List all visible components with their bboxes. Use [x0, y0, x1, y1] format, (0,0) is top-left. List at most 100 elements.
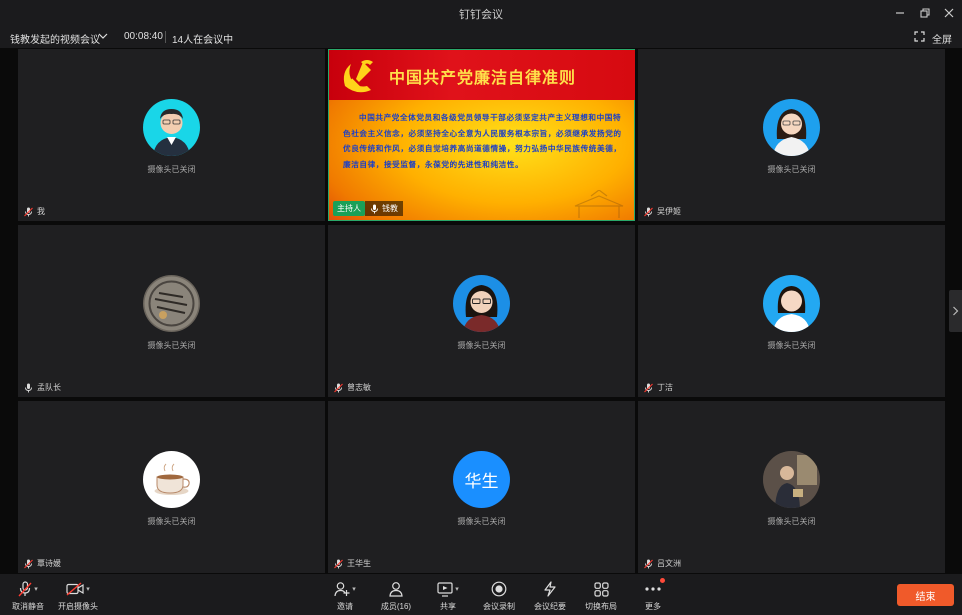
avatar [763, 451, 820, 508]
meeting-name[interactable]: 钱教发起的视频会议 [10, 31, 100, 46]
shared-screen-tile[interactable]: 中国共产党廉洁自律准则 中国共产党全体党员和各级党员领导干部必须坚定共产主义理想… [328, 49, 635, 221]
restore-icon [920, 8, 930, 18]
caret-down-icon[interactable]: ▾ [455, 585, 459, 593]
mic-muted-icon [644, 207, 653, 217]
avatar: 华生 [453, 451, 510, 508]
next-page-button[interactable] [949, 290, 962, 332]
participant-name: 曾志敏 [347, 383, 371, 392]
chevron-right-icon [953, 306, 959, 316]
participant-tile[interactable]: 摄像头已关闭 覃诗媛 [18, 401, 325, 573]
title-bar: 钉钉会议 [0, 0, 962, 26]
participant-tile[interactable]: 摄像头已关闭 孟队长 [18, 225, 325, 397]
participant-tile[interactable]: 摄像头已关闭 曾志敏 [328, 225, 635, 397]
record-icon [491, 581, 507, 597]
avatar [143, 275, 200, 332]
participant-tile[interactable]: 摄像头已关闭 丁洁 [638, 225, 945, 397]
fullscreen-button[interactable]: 全屏 [932, 31, 952, 46]
pagoda-decoration-icon [574, 190, 624, 218]
mic-muted-icon [644, 559, 653, 569]
members-button[interactable]: 成员(16) [368, 580, 424, 612]
mic-muted-icon [18, 581, 32, 597]
record-button[interactable]: 会议录制 [471, 580, 527, 612]
camera-off-label: 摄像头已关闭 [767, 517, 816, 526]
end-meeting-button[interactable]: 结束 [897, 584, 954, 606]
meeting-info-bar: 钱教发起的视频会议 00:08:40 14人在会议中 全屏 [0, 26, 962, 48]
slide-banner: 中国共产党廉洁自律准则 [329, 50, 635, 100]
camera-off-label: 摄像头已关闭 [147, 517, 196, 526]
ai-minutes-icon [544, 581, 556, 597]
add-user-icon [334, 582, 350, 597]
fullscreen-icon[interactable] [914, 31, 925, 45]
participant-name: 吕文洲 [657, 559, 681, 568]
minutes-button[interactable]: 会议纪要 [522, 580, 578, 612]
start-video-button[interactable]: ▾ 开启摄像头 [50, 580, 106, 612]
restore-button[interactable] [916, 4, 934, 22]
grid-layout-icon [593, 581, 609, 597]
participant-name: 丁洁 [657, 383, 673, 392]
share-button[interactable]: ▾ 共享 [420, 580, 476, 612]
avatar [453, 275, 510, 332]
share-screen-icon [437, 581, 453, 597]
meeting-timer: 00:08:40 [124, 31, 163, 42]
camera-off-icon [66, 582, 84, 596]
chevron-down-icon[interactable] [98, 30, 108, 45]
camera-off-label: 摄像头已关闭 [767, 165, 816, 174]
close-icon [944, 8, 954, 18]
minimize-button[interactable] [891, 4, 909, 22]
camera-off-label: 摄像头已关闭 [767, 341, 816, 350]
participant-nameplate: 曾志敏 [334, 382, 371, 393]
mic-muted-icon [334, 383, 343, 393]
shared-slide: 中国共产党廉洁自律准则 中国共产党全体党员和各级党员领导干部必须坚定共产主义理想… [328, 49, 635, 221]
camera-off-label: 摄像头已关闭 [147, 165, 196, 174]
participant-nameplate: 吕文洲 [644, 558, 681, 569]
host-name: 钱教 [382, 204, 398, 213]
meeting-toolbar: ▾ 取消静音 ▾ 开启摄像头 ▾ 邀请 成员(16) ▾ 共享 会议录制 会议纪… [0, 574, 962, 615]
close-button[interactable] [940, 4, 958, 22]
participant-count: 14人在会议中 [172, 35, 234, 46]
avatar [143, 99, 200, 156]
participant-nameplate: 丁洁 [644, 382, 673, 393]
minimize-icon [896, 12, 904, 14]
avatar-initials: 华生 [464, 472, 499, 491]
participant-nameplate: 吴伊姬 [644, 206, 681, 217]
participant-tile[interactable]: 摄像头已关闭 我 [18, 49, 325, 221]
avatar [763, 99, 820, 156]
host-nameplate: 钱教 [365, 201, 403, 216]
participant-name: 孟队长 [37, 383, 61, 392]
mic-muted-icon [644, 383, 653, 393]
unmute-button[interactable]: ▾ 取消静音 [0, 580, 56, 612]
participant-nameplate: 王华生 [334, 558, 371, 569]
mic-muted-icon [334, 559, 343, 569]
participant-tile[interactable]: 摄像头已关闭 吕文洲 [638, 401, 945, 573]
caret-down-icon[interactable]: ▾ [352, 585, 356, 593]
members-icon [389, 582, 403, 597]
video-grid: 摄像头已关闭 我 中国共产党廉洁自律准则 中国共产党全体党员和各级党员领导干部必… [0, 48, 962, 574]
participant-tile[interactable]: 摄像头已关闭 吴伊姬 [638, 49, 945, 221]
participant-name: 吴伊姬 [657, 207, 681, 216]
divider [165, 31, 166, 43]
invite-button[interactable]: ▾ 邀请 [317, 580, 373, 612]
participant-tile[interactable]: 华生 摄像头已关闭 王华生 [328, 401, 635, 573]
camera-off-label: 摄像头已关闭 [457, 341, 506, 350]
mic-muted-icon [24, 559, 33, 569]
host-badge: 主持人 钱教 [333, 201, 403, 216]
participant-name: 王华生 [347, 559, 371, 568]
mic-icon [24, 383, 33, 393]
participant-nameplate: 我 [24, 206, 45, 217]
caret-down-icon[interactable]: ▾ [86, 585, 90, 593]
caret-down-icon[interactable]: ▾ [34, 585, 38, 593]
mic-icon [371, 204, 378, 213]
mic-muted-icon [24, 207, 33, 217]
participant-name: 覃诗媛 [37, 559, 61, 568]
host-tag: 主持人 [333, 201, 365, 216]
slide-title: 中国共产党廉洁自律准则 [389, 68, 577, 87]
more-button[interactable]: 更多 [625, 578, 681, 612]
avatar [143, 451, 200, 508]
window-title: 钉钉会议 [459, 9, 503, 21]
slide-body-text: 中国共产党全体党员和各级党员领导干部必须坚定共产主义理想和中国特色社会主义信念，… [343, 113, 622, 169]
avatar [763, 275, 820, 332]
notification-dot [660, 578, 665, 583]
switch-layout-button[interactable]: 切换布局 [573, 580, 629, 612]
party-emblem-icon [343, 60, 373, 93]
camera-off-label: 摄像头已关闭 [457, 517, 506, 526]
